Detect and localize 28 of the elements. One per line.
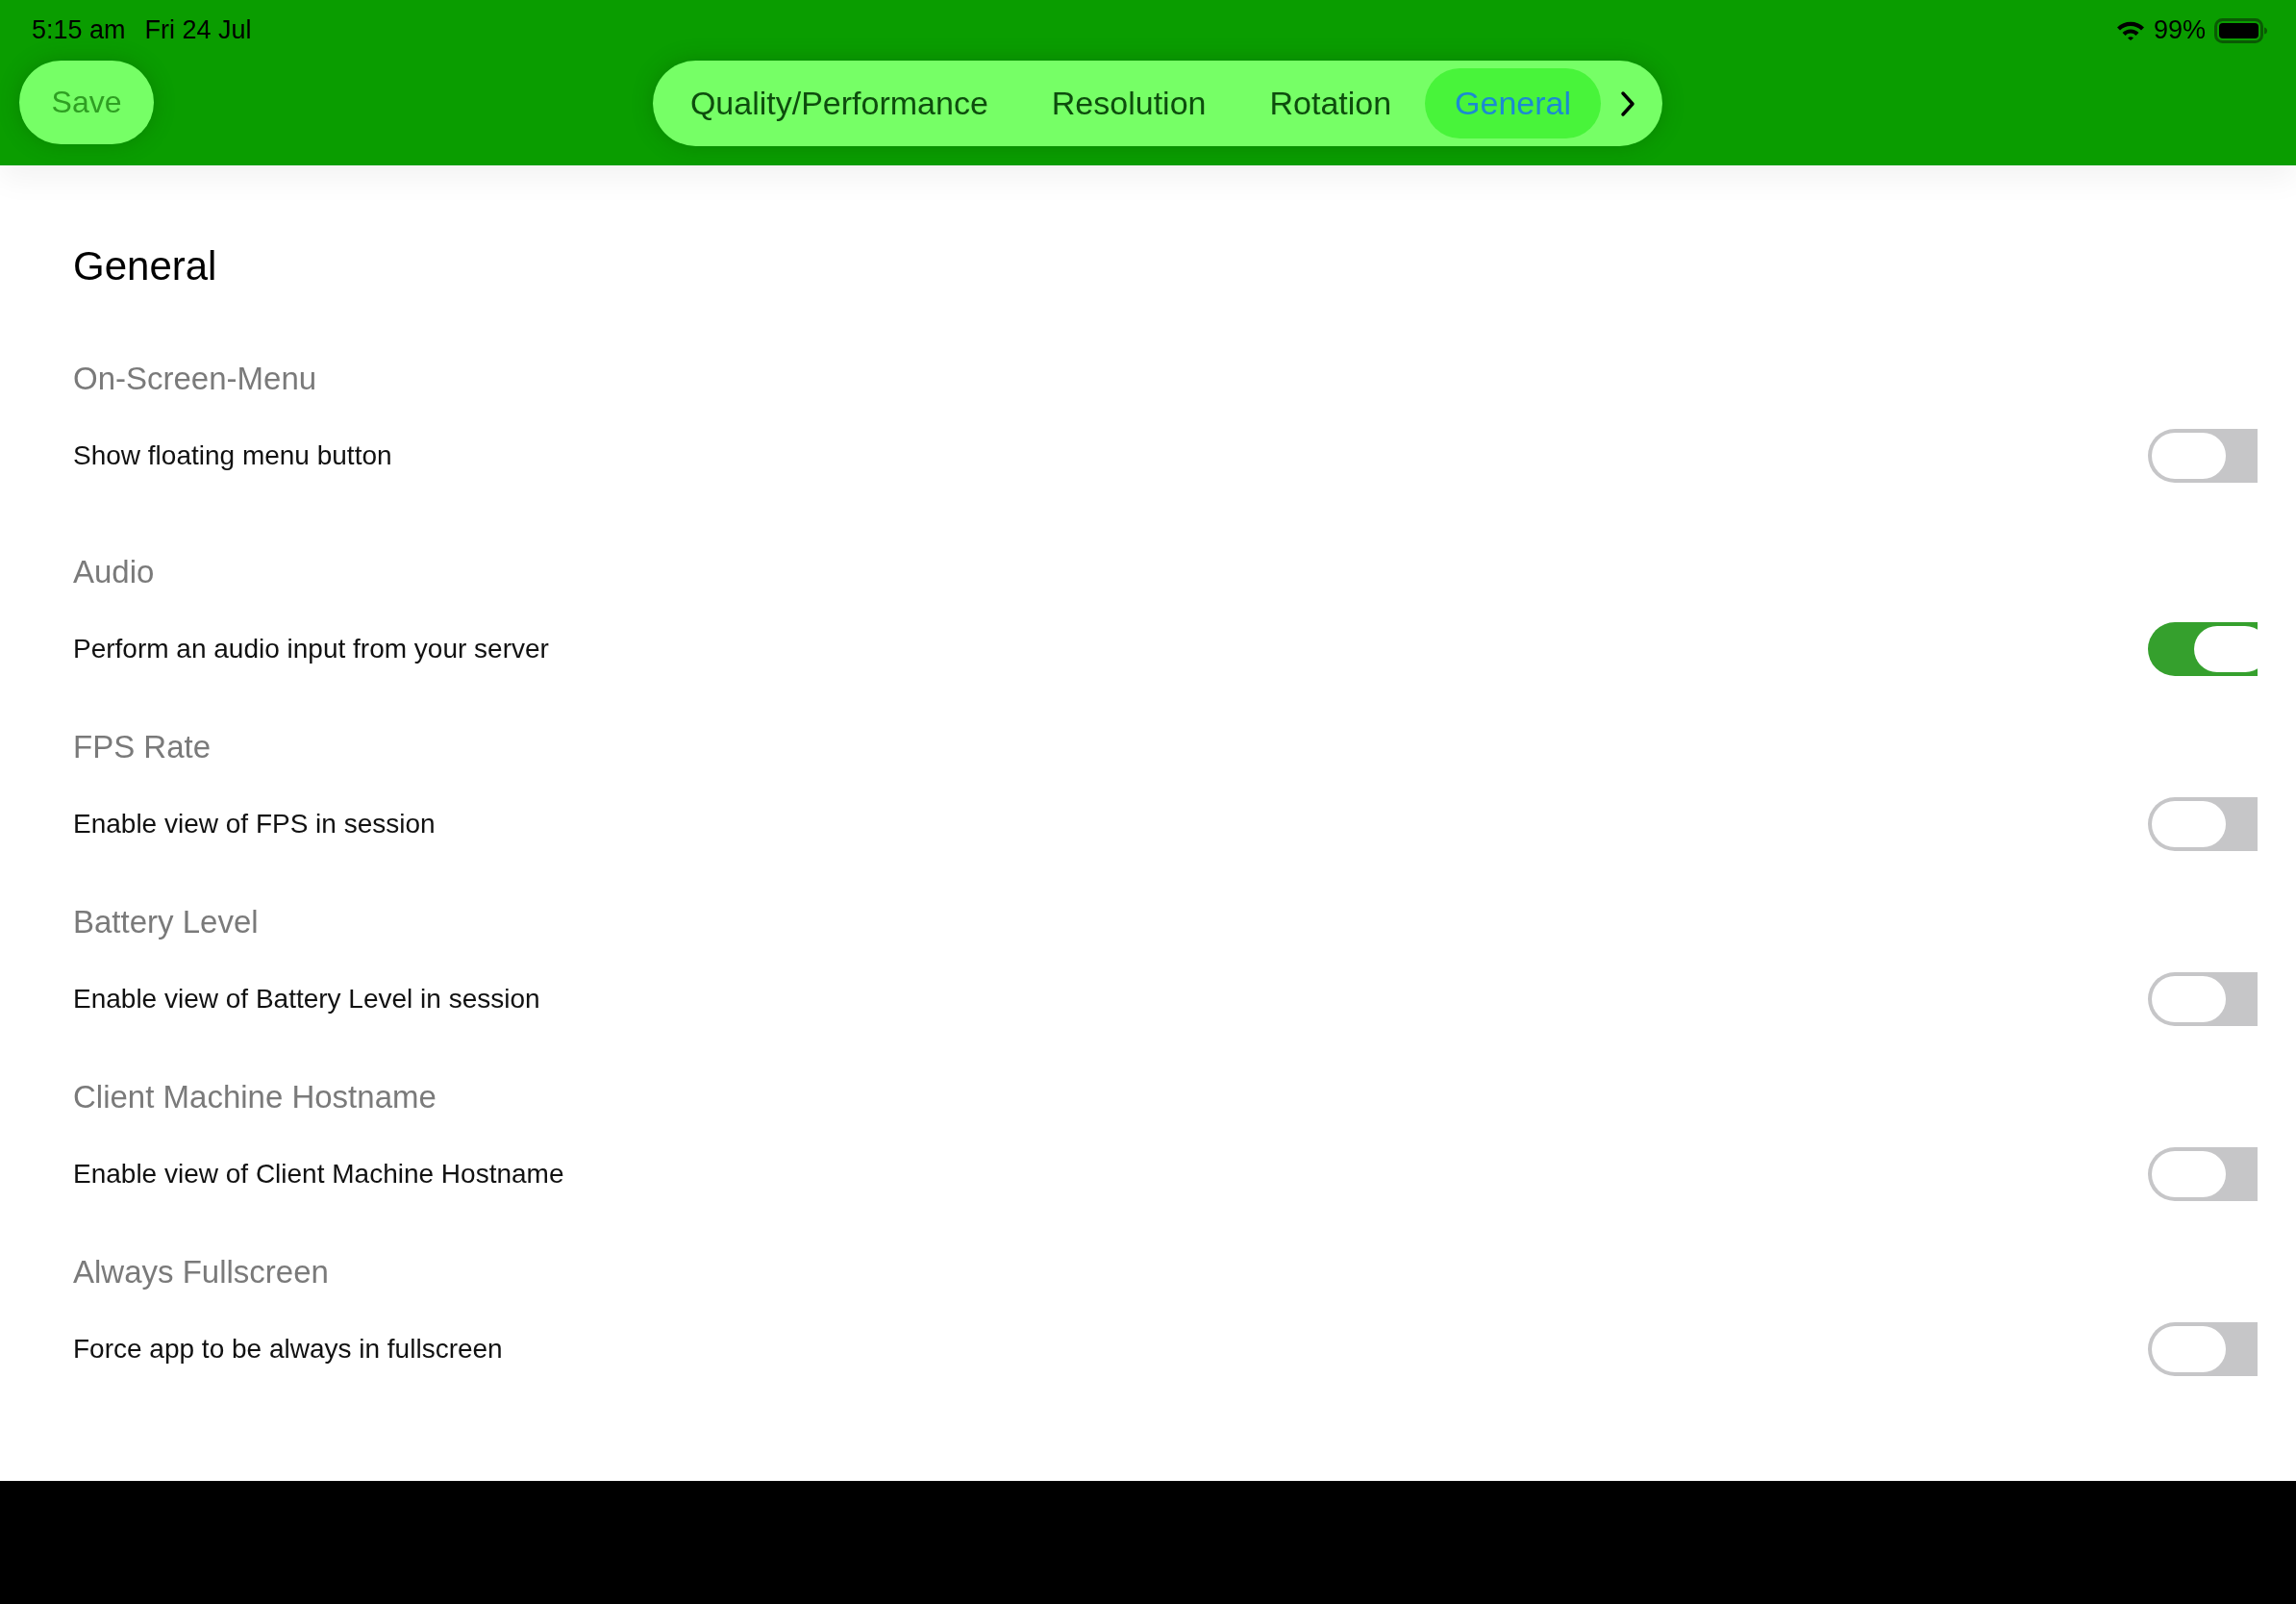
setting-label: Enable view of Client Machine Hostname <box>73 1159 564 1190</box>
toggle-switch[interactable] <box>2148 797 2258 851</box>
section-heading: Client Machine Hostname <box>73 1078 437 1116</box>
status-time: 5:15 am <box>32 15 126 45</box>
status-date: Fri 24 Jul <box>144 15 252 45</box>
tab[interactable]: Rotation <box>1239 68 1422 138</box>
page-title: General <box>73 242 217 290</box>
section-heading: Battery Level <box>73 903 259 941</box>
section-heading: On-Screen-Menu <box>73 360 317 398</box>
battery-percent: 99% <box>2153 15 2206 45</box>
toggle-switch[interactable] <box>2148 622 2258 676</box>
section-heading: FPS Rate <box>73 728 212 766</box>
tab[interactable]: Resolution <box>1021 68 1236 138</box>
toggle-switch[interactable] <box>2148 1322 2258 1376</box>
toggle-switch[interactable] <box>2148 429 2258 483</box>
setting-label: Enable view of FPS in session <box>73 809 436 840</box>
setting-label: Perform an audio input from your server <box>73 634 549 664</box>
toggle-switch[interactable] <box>2148 1147 2258 1201</box>
section-heading: Audio <box>73 553 155 591</box>
wifi-icon <box>2115 20 2145 40</box>
chevron-right-icon <box>1620 89 1636 117</box>
tab[interactable]: Quality/Performance <box>660 68 1018 138</box>
setting-label: Enable view of Battery Level in session <box>73 984 540 1015</box>
toggle-switch[interactable] <box>2148 972 2258 1026</box>
setting-label: Show floating menu button <box>73 440 392 471</box>
battery-icon <box>2214 17 2267 43</box>
setting-label: Force app to be always in fullscreen <box>73 1334 503 1365</box>
section-heading: Always Fullscreen <box>73 1253 329 1291</box>
